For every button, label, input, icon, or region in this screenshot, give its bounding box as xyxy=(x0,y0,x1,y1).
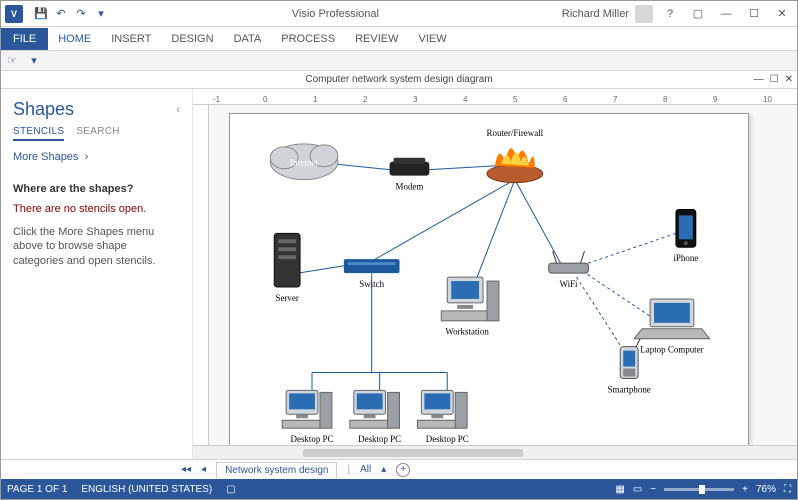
ribbon-toggle-icon[interactable]: ▢ xyxy=(687,5,709,23)
avatar[interactable] xyxy=(635,5,653,23)
drawing-page[interactable]: Internet Modem Rout xyxy=(229,113,749,445)
tab-data[interactable]: DATA xyxy=(224,28,272,50)
shape-internet[interactable]: Internet xyxy=(270,144,338,180)
status-language[interactable]: ENGLISH (UNITED STATES) xyxy=(81,484,212,495)
svg-text:Server: Server xyxy=(275,293,298,303)
maximize-icon[interactable]: ☐ xyxy=(743,5,765,23)
svg-text:Modem: Modem xyxy=(396,182,424,192)
svg-text:iPhone: iPhone xyxy=(673,253,698,263)
sheet-all[interactable]: All xyxy=(360,464,371,475)
qat-dropdown-icon[interactable]: ▾ xyxy=(93,6,109,22)
fit-page-icon[interactable]: ⛶ xyxy=(784,484,791,495)
app-title: Visio Professional xyxy=(109,8,562,20)
svg-text:Switch: Switch xyxy=(359,279,384,289)
sheet-nav-first-icon[interactable]: ◂◂ xyxy=(181,464,191,475)
shapes-empty-msg: There are no stencils open. xyxy=(13,203,180,215)
view-normal-icon[interactable]: ▭ xyxy=(633,484,642,495)
tab-home[interactable]: HOME xyxy=(48,28,101,50)
doc-close-icon[interactable]: ✕ xyxy=(785,74,793,85)
help-icon[interactable]: ? xyxy=(659,5,681,23)
shapes-panel: Shapes ‹ STENCILS SEARCH More Shapes › W… xyxy=(1,89,193,459)
shape-desktop-pc[interactable]: Desktop PC xyxy=(350,390,401,444)
tab-insert[interactable]: INSERT xyxy=(101,28,161,50)
sheet-all-dropdown-icon[interactable]: ▴ xyxy=(381,464,386,475)
shape-desktop-pc[interactable]: Desktop PC xyxy=(417,390,468,444)
ruler-horizontal: -1012345678910 xyxy=(193,89,797,105)
user-name[interactable]: Richard Miller xyxy=(562,8,629,20)
shape-modem[interactable]: Modem xyxy=(390,158,430,192)
shapes-title: Shapes xyxy=(13,99,74,120)
macro-record-icon[interactable]: ▢ xyxy=(226,484,235,495)
zoom-slider[interactable] xyxy=(664,488,734,491)
zoom-level[interactable]: 76% xyxy=(756,484,776,495)
ribbon: FILE HOME INSERT DESIGN DATA PROCESS REV… xyxy=(1,27,797,51)
svg-text:Smartphone: Smartphone xyxy=(608,384,651,394)
doc-minimize-icon[interactable]: — xyxy=(754,74,764,85)
shape-workstation[interactable]: Workstation xyxy=(441,277,499,337)
doc-restore-icon[interactable]: ☐ xyxy=(770,74,779,85)
ruler-vertical xyxy=(193,105,209,445)
strip-dropdown-icon[interactable]: ▾ xyxy=(23,54,45,67)
shapes-help-text: Click the More Shapes menu above to brow… xyxy=(13,225,180,268)
app-icon: V xyxy=(5,5,23,23)
horizontal-scrollbar[interactable] xyxy=(193,445,797,459)
sheet-nav-prev-icon[interactable]: ◂ xyxy=(201,464,206,475)
sheet-tab-active[interactable]: Network system design xyxy=(216,462,337,478)
svg-text:Router/Firewall: Router/Firewall xyxy=(487,128,544,138)
view-presentation-icon[interactable]: ▦ xyxy=(615,484,624,495)
svg-text:Desktop PC: Desktop PC xyxy=(291,434,334,444)
close-icon[interactable]: ✕ xyxy=(771,5,793,23)
stencils-tab[interactable]: STENCILS xyxy=(13,126,64,141)
status-page[interactable]: PAGE 1 OF 1 xyxy=(7,484,67,495)
svg-text:WiFi: WiFi xyxy=(560,279,579,289)
tab-design[interactable]: DESIGN xyxy=(161,28,223,50)
shape-router-firewall[interactable]: Router/Firewall xyxy=(487,128,544,183)
tab-review[interactable]: REVIEW xyxy=(345,28,408,50)
shape-wifi[interactable]: WiFi xyxy=(549,251,589,289)
more-shapes-link[interactable]: More Shapes › xyxy=(13,151,180,163)
svg-text:Workstation: Workstation xyxy=(445,327,489,337)
zoom-out-icon[interactable]: − xyxy=(650,484,656,495)
redo-icon[interactable]: ↷ xyxy=(73,6,89,22)
canvas[interactable]: Internet Modem Rout xyxy=(209,105,797,445)
file-tab[interactable]: FILE xyxy=(1,28,48,50)
chevron-right-icon: › xyxy=(85,151,89,163)
svg-text:Desktop PC: Desktop PC xyxy=(426,434,469,444)
shape-desktop-pc[interactable]: Desktop PC xyxy=(282,390,333,444)
search-tab[interactable]: SEARCH xyxy=(76,126,119,141)
undo-icon[interactable]: ↶ xyxy=(53,6,69,22)
minimize-icon[interactable]: — xyxy=(715,5,737,23)
shape-server[interactable]: Server xyxy=(274,233,300,303)
tab-view[interactable]: VIEW xyxy=(408,28,456,50)
svg-text:Internet: Internet xyxy=(290,158,318,168)
collapse-panel-icon[interactable]: ‹ xyxy=(176,104,180,116)
tab-process[interactable]: PROCESS xyxy=(271,28,345,50)
add-sheet-button[interactable]: + xyxy=(396,463,410,477)
shapes-question: Where are the shapes? xyxy=(13,183,180,195)
svg-text:Desktop PC: Desktop PC xyxy=(358,434,401,444)
document-title: Computer network system design diagram xyxy=(305,74,492,85)
touch-mode-icon[interactable]: ☞ xyxy=(1,54,23,67)
save-icon[interactable]: 💾 xyxy=(33,6,49,22)
shape-iphone[interactable]: iPhone xyxy=(673,209,698,263)
svg-text:Laptop Computer: Laptop Computer xyxy=(640,345,703,355)
shape-laptop[interactable]: Laptop Computer xyxy=(634,299,710,355)
zoom-in-icon[interactable]: + xyxy=(742,484,748,495)
